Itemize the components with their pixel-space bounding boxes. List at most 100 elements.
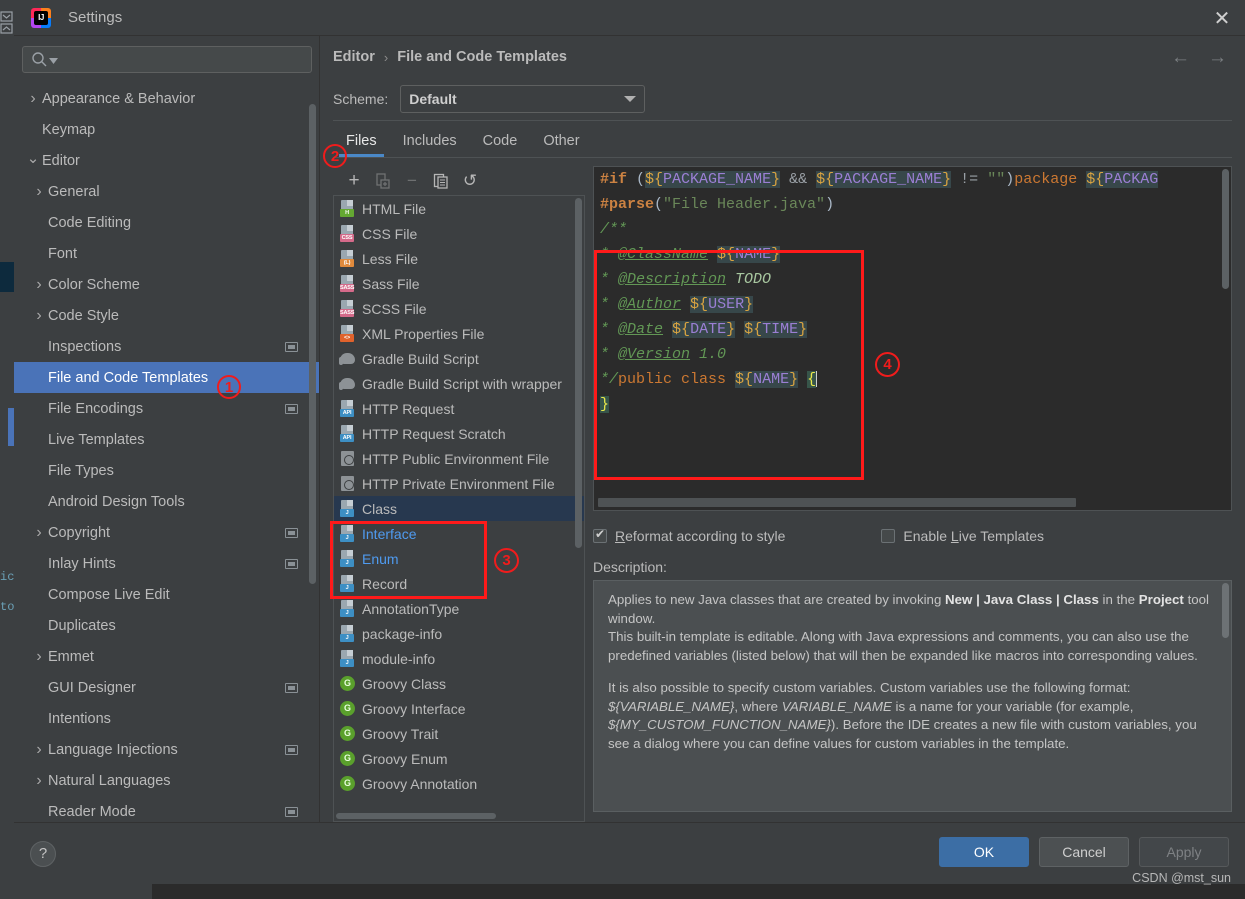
chevron-right-icon[interactable]: › <box>30 648 48 666</box>
sidebar-item-android-design-tools[interactable]: Android Design Tools <box>14 486 320 517</box>
sidebar-item-color-scheme[interactable]: › Color Scheme <box>14 269 320 300</box>
reset-button[interactable]: ↺ <box>459 170 481 192</box>
sidebar-item-editor[interactable]: ⌄ Editor <box>14 145 320 176</box>
template-list-item[interactable]: H HTML File <box>334 196 584 221</box>
breadcrumb-parent[interactable]: Editor <box>333 49 375 65</box>
sidebar-item-code-style[interactable]: › Code Style <box>14 300 320 331</box>
file-less-icon: (L) <box>339 250 356 267</box>
template-list-item[interactable]: G Groovy Class <box>334 671 584 696</box>
breadcrumb-separator: › <box>383 49 389 65</box>
template-list-item[interactable]: J Record <box>334 571 584 596</box>
sidebar-scrollbar[interactable] <box>309 104 316 584</box>
search-box[interactable] <box>22 46 312 73</box>
template-list-item[interactable]: HTTP Public Environment File <box>334 446 584 471</box>
sidebar-item-natural-languages[interactable]: › Natural Languages <box>14 765 320 796</box>
tab-includes[interactable]: Includes <box>390 133 470 157</box>
close-icon[interactable]: ✕ <box>1199 0 1245 36</box>
template-list-item[interactable]: Jmodule-info <box>334 646 584 671</box>
sidebar-item-reader-mode[interactable]: Reader Mode <box>14 796 320 822</box>
sidebar-item-language-injections[interactable]: › Language Injections <box>14 734 320 765</box>
chevron-right-icon[interactable]: › <box>30 276 48 294</box>
chevron-right-icon[interactable]: › <box>30 772 48 790</box>
groovy-icon: G <box>339 675 356 692</box>
apply-button[interactable]: Apply <box>1139 837 1229 867</box>
template-list-item[interactable]: G Groovy Annotation <box>334 771 584 796</box>
template-list-item[interactable]: <> XML Properties File <box>334 321 584 346</box>
chevron-right-icon[interactable]: › <box>30 183 48 201</box>
template-list-item[interactable]: J Enum <box>334 546 584 571</box>
chevron-right-icon[interactable]: › <box>30 741 48 759</box>
chevron-right-icon[interactable]: › <box>24 90 42 108</box>
sidebar-item-duplicates[interactable]: Duplicates <box>14 610 320 641</box>
sidebar-item-font[interactable]: Font <box>14 238 320 269</box>
template-list-item[interactable]: HTTP Private Environment File <box>334 471 584 496</box>
sidebar-item-label: Duplicates <box>48 617 116 634</box>
chevron-down-icon[interactable]: ⌄ <box>24 149 42 167</box>
template-list-item[interactable]: Gradle Build Script <box>334 346 584 371</box>
help-button[interactable]: ? <box>30 840 56 867</box>
template-list-item[interactable]: Gradle Build Script with wrapper <box>334 371 584 396</box>
sidebar-item-live-templates[interactable]: Live Templates <box>14 424 320 455</box>
template-list-item[interactable]: G Groovy Enum <box>334 746 584 771</box>
template-list-hscrollbar[interactable] <box>336 813 496 819</box>
chevron-right-icon[interactable]: › <box>30 307 48 325</box>
sidebar-item-keymap[interactable]: Keymap <box>14 114 320 145</box>
sidebar-item-gui-designer[interactable]: GUI Designer <box>14 672 320 703</box>
template-list-item[interactable]: J AnnotationType <box>334 596 584 621</box>
scheme-select[interactable]: Default <box>400 85 646 113</box>
sidebar-item-compose-live-edit[interactable]: Compose Live Edit <box>14 579 320 610</box>
template-list-vscrollbar[interactable] <box>575 198 582 548</box>
add-button[interactable]: + <box>343 170 365 192</box>
back-arrow-icon[interactable]: ← <box>1171 48 1190 67</box>
sidebar-item-general[interactable]: › General <box>14 176 320 207</box>
ok-button[interactable]: OK <box>939 837 1029 867</box>
template-list-item[interactable]: CSS CSS File <box>334 221 584 246</box>
forward-arrow-icon[interactable]: → <box>1208 48 1227 67</box>
template-list-item[interactable]: G Groovy Trait <box>334 721 584 746</box>
template-list-item[interactable]: API HTTP Request <box>334 396 584 421</box>
template-list-item[interactable]: SASS Sass File <box>334 271 584 296</box>
sidebar-item-inlay-hints[interactable]: Inlay Hints <box>14 548 320 579</box>
template-list-item[interactable]: G Groovy Interface <box>334 696 584 721</box>
file-scss-icon: SASS <box>339 300 356 317</box>
copy-button[interactable] <box>430 170 452 192</box>
tab-code[interactable]: Code <box>470 133 531 157</box>
live-templates-checkbox[interactable]: Enable Live Templates <box>881 528 1044 544</box>
tab-other[interactable]: Other <box>530 133 592 157</box>
footer-buttons: OK Cancel Apply <box>939 837 1229 867</box>
template-list[interactable]: H HTML File CSS CSS File (L) Less File SASS Sas… <box>333 195 585 822</box>
reformat-checkbox[interactable]: Reformat according to style <box>593 527 785 544</box>
template-list-item[interactable]: J Class <box>334 496 584 521</box>
sidebar-item-file-types[interactable]: File Types <box>14 455 320 486</box>
tab-files[interactable]: Files <box>333 133 390 157</box>
template-list-item[interactable]: (L) Less File <box>334 246 584 271</box>
template-code-editor[interactable]: #if (${PACKAGE_NAME} && ${PACKAGE_NAME} … <box>593 166 1232 511</box>
tool-window-toggle-icon[interactable] <box>0 10 13 36</box>
settings-tree[interactable]: › Appearance & Behavior Keymap ⌄ Editor › Gene… <box>14 81 320 822</box>
template-list-item[interactable]: SASS SCSS File <box>334 296 584 321</box>
sidebar-item-file-and-code-templates[interactable]: File and Code Templates <box>14 362 320 393</box>
cancel-button[interactable]: Cancel <box>1039 837 1129 867</box>
sidebar-item-inspections[interactable]: Inspections <box>14 331 320 362</box>
template-list-item[interactable]: API HTTP Request Scratch <box>334 421 584 446</box>
template-list-item[interactable]: J Interface <box>334 521 584 546</box>
desc-p3-f: ${MY_CUSTOM_FUNCTION_NAME} <box>608 717 831 732</box>
chevron-right-icon[interactable]: › <box>30 524 48 542</box>
sidebar-item-label: Code Editing <box>48 214 132 231</box>
template-list-item[interactable]: Jpackage-info <box>334 621 584 646</box>
window-title: Settings <box>68 9 123 26</box>
template-list-item-label: SCSS File <box>362 300 427 317</box>
sidebar-item-appearance-behavior[interactable]: › Appearance & Behavior <box>14 83 320 114</box>
description-scrollbar[interactable] <box>1222 583 1229 638</box>
sidebar-item-emmet[interactable]: › Emmet <box>14 641 320 672</box>
search-input[interactable] <box>63 51 311 68</box>
gradle-icon <box>339 375 356 392</box>
sidebar-item-file-encodings[interactable]: File Encodings <box>14 393 320 424</box>
sidebar-item-intentions[interactable]: Intentions <box>14 703 320 734</box>
editor-hscrollbar[interactable] <box>598 498 1076 507</box>
search-icon <box>32 52 47 67</box>
sidebar-item-copyright[interactable]: › Copyright <box>14 517 320 548</box>
editor-vscrollbar[interactable] <box>1222 169 1229 289</box>
sidebar-item-code-editing[interactable]: Code Editing <box>14 207 320 238</box>
